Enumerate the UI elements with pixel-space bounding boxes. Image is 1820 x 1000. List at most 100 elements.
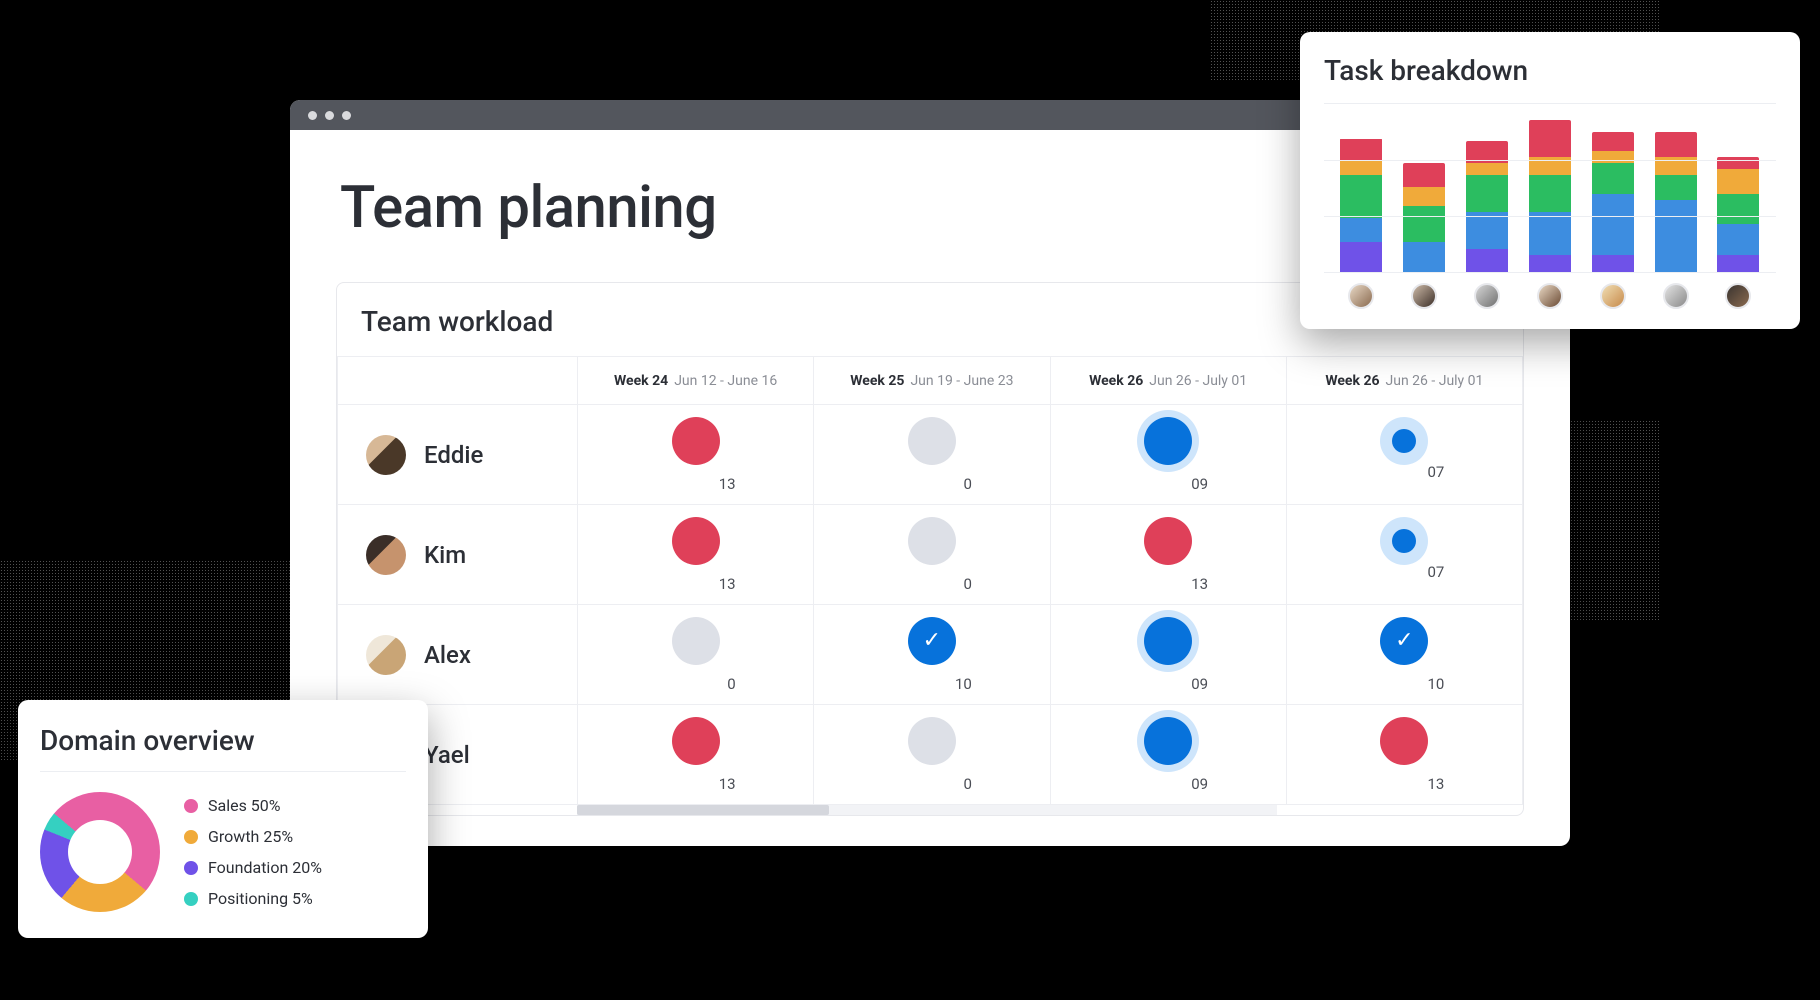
workload-cell[interactable]: 13 bbox=[578, 405, 814, 505]
chart-segment bbox=[1717, 157, 1759, 169]
legend-label: Foundation 20% bbox=[208, 858, 322, 877]
cell-value: 13 bbox=[1354, 775, 1454, 793]
status-bubble bbox=[1392, 429, 1416, 453]
chart-segment bbox=[1717, 169, 1759, 193]
workload-cell[interactable]: ✓ 10 bbox=[1286, 605, 1522, 705]
workload-cell[interactable]: 13 bbox=[1286, 705, 1522, 805]
status-bubble: ✓ bbox=[1380, 617, 1428, 665]
status-bubble bbox=[1380, 717, 1428, 765]
chart-segment bbox=[1717, 255, 1759, 273]
person-name: Yael bbox=[424, 741, 470, 769]
workload-cell[interactable]: 0 bbox=[814, 405, 1050, 505]
status-bubble bbox=[908, 417, 956, 465]
avatar[interactable] bbox=[1537, 283, 1563, 309]
task-breakdown-card: Task breakdown bbox=[1300, 32, 1800, 329]
chart-segment bbox=[1529, 212, 1571, 255]
table-col-week[interactable]: Week 26Jun 26 - July 01 bbox=[1286, 357, 1522, 405]
table-col-week[interactable]: Week 26Jun 26 - July 01 bbox=[1050, 357, 1286, 405]
chart-segment bbox=[1466, 212, 1508, 249]
legend-swatch bbox=[184, 861, 198, 875]
check-icon: ✓ bbox=[923, 628, 941, 653]
chart-segment bbox=[1466, 163, 1508, 175]
workload-cell[interactable]: 07 bbox=[1286, 505, 1522, 605]
legend-item[interactable]: Foundation 20% bbox=[184, 858, 322, 877]
status-bubble bbox=[672, 617, 720, 665]
person-cell[interactable]: Eddie bbox=[338, 435, 577, 475]
traffic-light-close[interactable] bbox=[308, 111, 317, 120]
avatar[interactable] bbox=[1600, 283, 1626, 309]
chart-segment bbox=[1592, 151, 1634, 163]
scrollbar-thumb[interactable] bbox=[577, 805, 829, 815]
domain-overview-title: Domain overview bbox=[40, 724, 406, 772]
table-col-week[interactable]: Week 25Jun 19 - June 23 bbox=[814, 357, 1050, 405]
legend-label: Growth 25% bbox=[208, 827, 293, 846]
donut-legend: Sales 50% Growth 25% Foundation 20% Positio… bbox=[184, 796, 322, 908]
chart-segment bbox=[1655, 175, 1697, 199]
chart-segment bbox=[1592, 194, 1634, 255]
avatar[interactable] bbox=[1474, 283, 1500, 309]
chart-segment bbox=[1403, 206, 1445, 243]
cell-value: 13 bbox=[1118, 575, 1218, 593]
legend-swatch bbox=[184, 799, 198, 813]
avatar bbox=[366, 635, 406, 675]
workload-cell[interactable]: 13 bbox=[578, 505, 814, 605]
avatar[interactable] bbox=[1411, 283, 1437, 309]
chart-segment bbox=[1340, 218, 1382, 242]
table-col-person bbox=[338, 357, 578, 405]
chart-segment bbox=[1655, 132, 1697, 156]
workload-cell[interactable]: 0 bbox=[814, 505, 1050, 605]
workload-cell[interactable]: 0 bbox=[578, 605, 814, 705]
workload-cell[interactable]: ✓ 10 bbox=[814, 605, 1050, 705]
workload-cell[interactable]: 09 bbox=[1050, 605, 1286, 705]
chart-bar[interactable] bbox=[1655, 132, 1697, 273]
person-cell[interactable]: Kim bbox=[338, 535, 577, 575]
table-col-week[interactable]: Week 24Jun 12 - June 16 bbox=[578, 357, 814, 405]
horizontal-scrollbar[interactable] bbox=[577, 805, 1277, 815]
person-name: Eddie bbox=[424, 441, 483, 469]
traffic-light-zoom[interactable] bbox=[342, 111, 351, 120]
avatar[interactable] bbox=[1348, 283, 1374, 309]
cell-value: 07 bbox=[1354, 563, 1454, 581]
workload-cell[interactable]: 13 bbox=[1050, 505, 1286, 605]
avatar[interactable] bbox=[1663, 283, 1689, 309]
status-bubble bbox=[1392, 529, 1416, 553]
status-bubble bbox=[672, 417, 720, 465]
cell-value: 0 bbox=[646, 675, 746, 693]
status-bubble bbox=[908, 717, 956, 765]
cell-value: 09 bbox=[1118, 675, 1218, 693]
workload-cell[interactable]: 09 bbox=[1050, 705, 1286, 805]
avatar[interactable] bbox=[1725, 283, 1751, 309]
chart-segment bbox=[1340, 139, 1382, 161]
chart-bar[interactable] bbox=[1340, 138, 1382, 273]
cell-value: 13 bbox=[646, 475, 746, 493]
workload-cell[interactable]: 13 bbox=[578, 705, 814, 805]
workload-cell[interactable]: 09 bbox=[1050, 405, 1286, 505]
chart-segment bbox=[1403, 187, 1445, 205]
status-bubble bbox=[1144, 417, 1192, 465]
cell-value: 10 bbox=[882, 675, 982, 693]
legend-item[interactable]: Positioning 5% bbox=[184, 889, 322, 908]
chart-segment bbox=[1592, 255, 1634, 273]
person-cell[interactable]: Alex bbox=[338, 635, 577, 675]
table-row: Alex 0 ✓ 10 09 ✓ 10 bbox=[338, 605, 1523, 705]
status-bubble: ✓ bbox=[908, 617, 956, 665]
cell-value: 09 bbox=[1118, 775, 1218, 793]
workload-table: Week 24Jun 12 - June 16 Week 25Jun 19 - … bbox=[337, 356, 1523, 805]
chart-bar[interactable] bbox=[1529, 120, 1571, 273]
donut-chart bbox=[40, 792, 160, 912]
chart-segment bbox=[1529, 255, 1571, 273]
cell-value: 10 bbox=[1354, 675, 1454, 693]
traffic-light-minimize[interactable] bbox=[325, 111, 334, 120]
status-bubble bbox=[908, 517, 956, 565]
chart-segment bbox=[1717, 224, 1759, 255]
chart-segment bbox=[1340, 242, 1382, 273]
chart-bar[interactable] bbox=[1592, 132, 1634, 273]
chart-bar[interactable] bbox=[1403, 163, 1445, 273]
legend-item[interactable]: Sales 50% bbox=[184, 796, 322, 815]
check-icon: ✓ bbox=[1395, 628, 1413, 653]
workload-cell[interactable]: 0 bbox=[814, 705, 1050, 805]
person-name: Kim bbox=[424, 541, 466, 569]
domain-overview-card: Domain overview Sales 50% Growth 25% Found… bbox=[18, 700, 428, 938]
workload-cell[interactable]: 07 bbox=[1286, 405, 1522, 505]
legend-item[interactable]: Growth 25% bbox=[184, 827, 322, 846]
